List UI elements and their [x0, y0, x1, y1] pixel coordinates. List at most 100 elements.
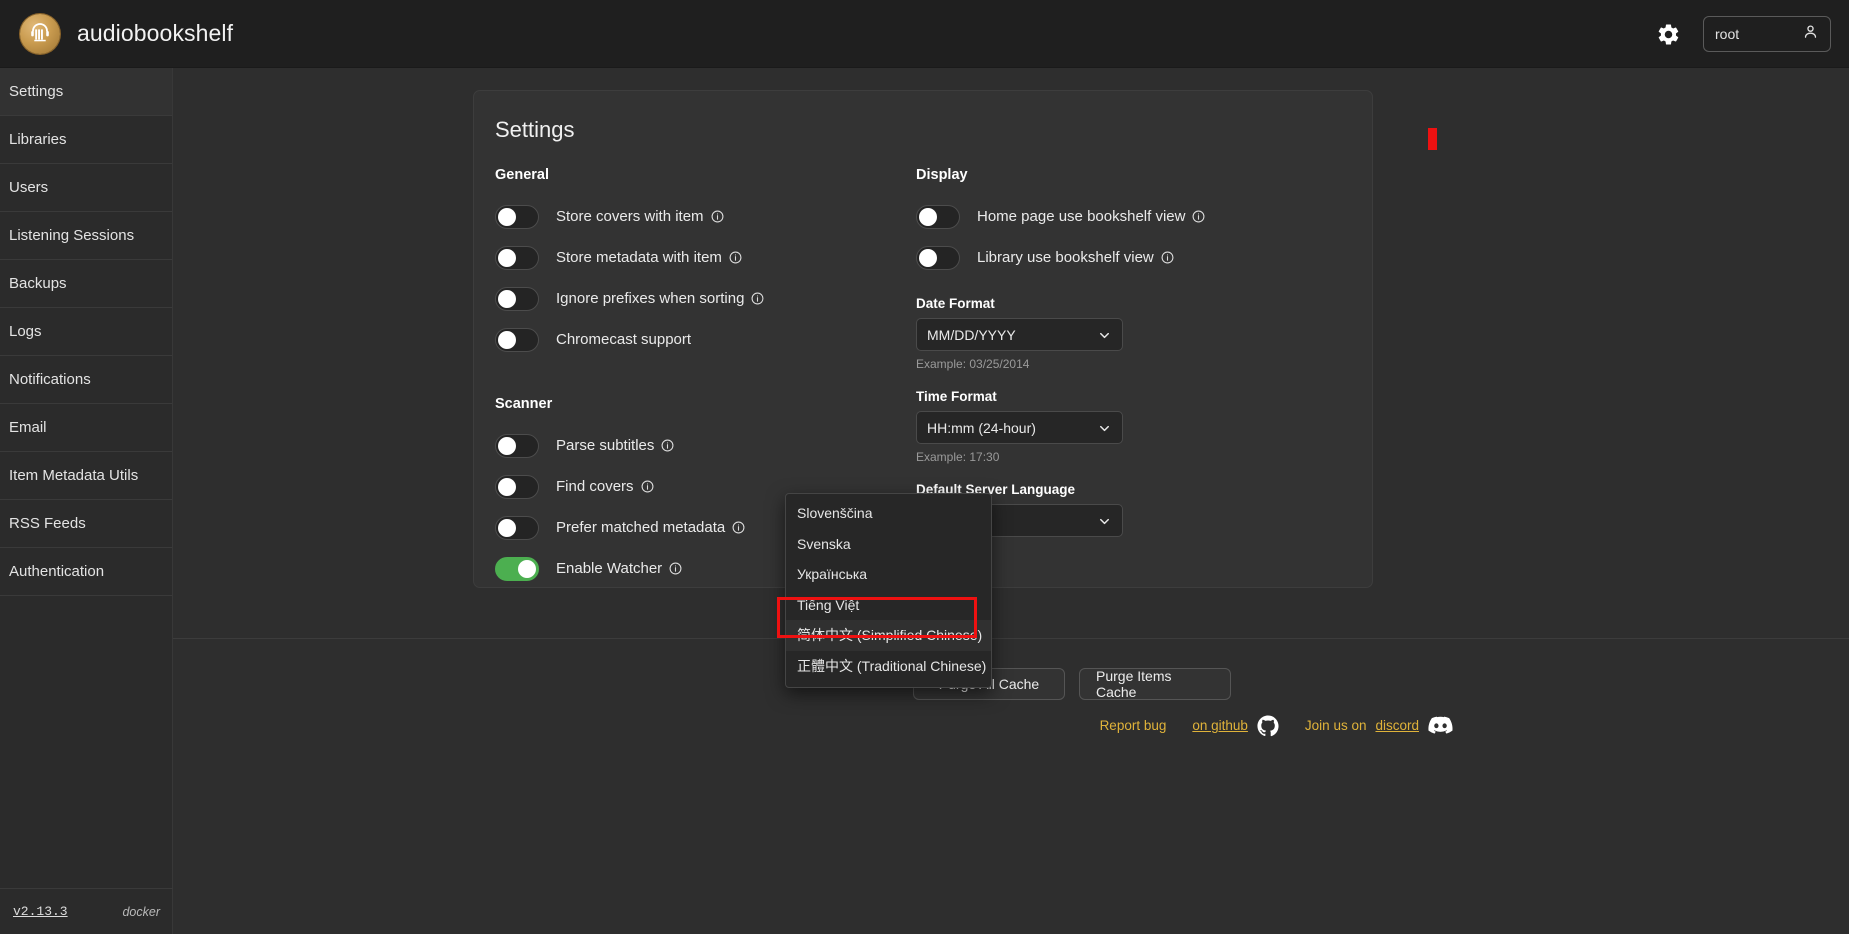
chevron-down-icon — [1097, 328, 1112, 346]
github-group[interactable]: on github — [1192, 714, 1279, 737]
info-icon[interactable] — [641, 480, 654, 493]
info-icon[interactable] — [711, 210, 724, 223]
app-root: audiobookshelf root Settings Libraries U… — [0, 0, 1849, 934]
language-option-traditional-chinese[interactable]: 正體中文 (Traditional Chinese) — [786, 651, 991, 682]
toggle-switch[interactable] — [495, 286, 539, 311]
discord-group[interactable]: Join us on discord — [1305, 713, 1453, 738]
sidebar-item-listening-sessions[interactable]: Listening Sessions — [0, 212, 172, 260]
setting-chromecast-support[interactable]: Chromecast support — [495, 319, 904, 360]
discord-icon[interactable] — [1428, 713, 1453, 738]
sidebar-item-label: Settings — [9, 83, 64, 100]
github-icon[interactable] — [1257, 714, 1279, 737]
language-option-tieng-viet[interactable]: Tiếng Việt — [786, 590, 991, 621]
sidebar: Settings Libraries Users Listening Sessi… — [0, 68, 173, 934]
sidebar-item-users[interactable]: Users — [0, 164, 172, 212]
setting-label: Store metadata with item — [556, 249, 722, 266]
time-format-example: Example: 17:30 — [916, 450, 1000, 464]
info-icon[interactable] — [751, 292, 764, 305]
page-title: Settings — [495, 117, 575, 142]
sidebar-item-authentication[interactable]: Authentication — [0, 548, 172, 596]
toggle-switch[interactable] — [495, 556, 539, 581]
setting-label: Home page use bookshelf view — [977, 208, 1186, 225]
toggle-switch[interactable] — [495, 204, 539, 229]
time-format-value: HH:mm (24-hour) — [927, 419, 1036, 436]
date-format-field: Date Format MM/DD/YYYY Example: 03/25/20… — [916, 296, 1344, 371]
info-icon[interactable] — [1192, 210, 1205, 223]
brand-title: audiobookshelf — [77, 20, 234, 46]
section-heading-general: General — [495, 167, 549, 183]
sidebar-item-label: Listening Sessions — [9, 227, 135, 244]
toggle-switch[interactable] — [495, 474, 539, 499]
sidebar-item-label: Authentication — [9, 563, 105, 580]
language-option-ukrainska[interactable]: Українська — [786, 559, 991, 590]
version-link[interactable]: v2.13.3 — [13, 904, 68, 919]
audiobookshelf-logo-icon — [20, 13, 60, 54]
report-bug-label: Report bug — [1099, 718, 1167, 733]
sidebar-item-libraries[interactable]: Libraries — [0, 116, 172, 164]
report-bug-group[interactable]: Report bug — [1100, 718, 1167, 733]
toggle-switch[interactable] — [916, 245, 960, 270]
language-option-label: 正體中文 (Traditional Chinese) — [797, 657, 987, 674]
date-format-label: Date Format — [916, 296, 995, 311]
time-format-field: Time Format HH:mm (24-hour) Example: 17:… — [916, 389, 1344, 464]
divider — [173, 638, 1849, 639]
chevron-down-icon — [1097, 514, 1112, 532]
sidebar-item-notifications[interactable]: Notifications — [0, 356, 172, 404]
time-format-select[interactable]: HH:mm (24-hour) — [916, 411, 1123, 444]
info-icon[interactable] — [732, 521, 745, 534]
purge-items-cache-label: Purge Items Cache — [1096, 668, 1172, 700]
sidebar-item-label: RSS Feeds — [9, 515, 86, 532]
toggle-switch[interactable] — [495, 433, 539, 458]
setting-store-metadata-with-item[interactable]: Store metadata with item — [495, 237, 904, 278]
server-language-dropdown-menu[interactable]: Slovenščina Svenska Українська Tiếng Việ… — [785, 493, 992, 688]
brand[interactable]: audiobookshelf — [20, 13, 234, 54]
setting-home-page-use-bookshelf-view[interactable]: Home page use bookshelf view — [916, 196, 1344, 237]
info-icon[interactable] — [661, 439, 674, 452]
info-icon[interactable] — [669, 562, 682, 575]
info-icon[interactable] — [729, 251, 742, 264]
setting-label: Library use bookshelf view — [977, 249, 1154, 266]
setting-label: Prefer matched metadata — [556, 519, 726, 536]
sidebar-item-email[interactable]: Email — [0, 404, 172, 452]
top-bar: audiobookshelf root — [0, 0, 1849, 68]
footer-links: Report bug on github Join us on discord — [173, 713, 1473, 738]
toggle-switch[interactable] — [495, 515, 539, 540]
setting-parse-subtitles[interactable]: Parse subtitles — [495, 425, 904, 466]
discord-link[interactable]: discord — [1375, 718, 1419, 733]
toggle-switch[interactable] — [916, 204, 960, 229]
setting-label: Store covers with item — [556, 208, 704, 225]
toggle-switch[interactable] — [495, 245, 539, 270]
sidebar-item-rss-feeds[interactable]: RSS Feeds — [0, 500, 172, 548]
info-icon[interactable] — [1161, 251, 1174, 264]
account-name: root — [1715, 26, 1740, 42]
language-option-label: Slovenščina — [797, 505, 873, 522]
language-option-svenska[interactable]: Svenska — [786, 529, 991, 560]
sidebar-item-item-metadata-utils[interactable]: Item Metadata Utils — [0, 452, 172, 500]
toggle-switch[interactable] — [495, 327, 539, 352]
chevron-down-icon — [1097, 421, 1112, 439]
sidebar-item-label: Users — [9, 179, 49, 196]
purge-items-cache-button[interactable]: Purge Items Cache — [1079, 668, 1231, 700]
language-option-label: 简体中文 (Simplified Chinese) — [797, 627, 983, 644]
gear-icon[interactable] — [1656, 22, 1681, 47]
sidebar-item-settings[interactable]: Settings — [0, 68, 172, 116]
sidebar-item-logs[interactable]: Logs — [0, 308, 172, 356]
setting-ignore-prefixes-when-sorting[interactable]: Ignore prefixes when sorting — [495, 278, 904, 319]
section-heading-display: Display — [916, 167, 968, 183]
sidebar-item-backups[interactable]: Backups — [0, 260, 172, 308]
setting-label: Find covers — [556, 478, 634, 495]
language-option-label: Svenska — [797, 535, 851, 552]
red-marker-artifact — [1428, 128, 1437, 150]
date-format-example: Example: 03/25/2014 — [916, 357, 1030, 371]
date-format-value: MM/DD/YYYY — [927, 326, 1016, 343]
date-format-select[interactable]: MM/DD/YYYY — [916, 318, 1123, 351]
account-menu-button[interactable]: root — [1703, 16, 1831, 52]
sidebar-footer: v2.13.3 docker — [0, 888, 173, 934]
discord-label: Join us on — [1304, 718, 1367, 733]
setting-store-covers-with-item[interactable]: Store covers with item — [495, 196, 904, 237]
deployment-tag: docker — [122, 904, 160, 919]
github-link[interactable]: on github — [1192, 718, 1248, 733]
language-option-slovenscina[interactable]: Slovenščina — [786, 498, 991, 529]
setting-library-use-bookshelf-view[interactable]: Library use bookshelf view — [916, 237, 1344, 278]
language-option-simplified-chinese[interactable]: 简体中文 (Simplified Chinese) — [786, 620, 991, 651]
